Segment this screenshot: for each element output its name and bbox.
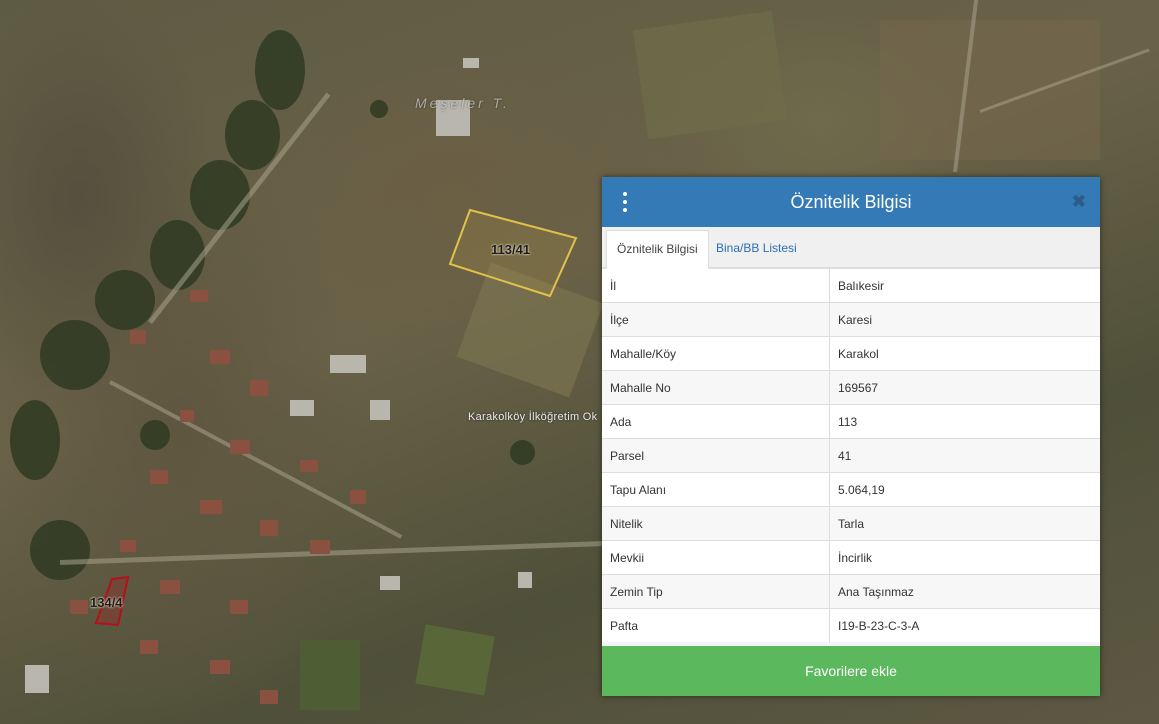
map-label-school: Karakolköy İlköğretim Ok	[468, 411, 598, 423]
parcel-label-113-41: 113/41	[491, 242, 531, 257]
attribute-key: Ada	[602, 404, 830, 439]
tree-cluster	[30, 520, 90, 580]
building	[380, 576, 400, 590]
attribute-value: Karakol	[829, 336, 1100, 371]
building	[310, 540, 330, 554]
table-row: Nitelik Tarla	[602, 506, 1100, 541]
table-row: Zemin Tip Ana Taşınmaz	[602, 574, 1100, 609]
tree-cluster	[190, 160, 250, 230]
building	[130, 330, 146, 344]
attribute-key: Tapu Alanı	[602, 472, 830, 507]
attribute-value: Ana Taşınmaz	[829, 574, 1100, 609]
building	[140, 640, 158, 654]
attribute-value: Tarla	[829, 506, 1100, 541]
table-row: Ada 113	[602, 404, 1100, 439]
tree-cluster	[95, 270, 155, 330]
tree-cluster	[225, 100, 280, 170]
attribute-key: İl	[602, 268, 830, 303]
table-row: Tapu Alanı 5.064,19	[602, 472, 1100, 507]
attribute-value: 113	[829, 404, 1100, 439]
attribute-value: Balıkesir	[829, 268, 1100, 303]
map-label-locality: Meşeler T.	[415, 95, 510, 111]
building	[120, 540, 136, 552]
attribute-key: İlçe	[602, 302, 830, 337]
field-patch	[415, 624, 495, 696]
panel-tabs: Öznitelik Bilgisi Bina/BB Listesi	[602, 227, 1100, 269]
building	[350, 490, 366, 504]
table-row: Mahalle No 169567	[602, 370, 1100, 405]
parcel-label-134-4: 134/4	[90, 595, 123, 610]
building	[250, 380, 268, 396]
field-patch	[300, 640, 360, 710]
building	[210, 660, 230, 674]
table-row: Mahalle/Köy Karakol	[602, 336, 1100, 371]
tab-attribute-info[interactable]: Öznitelik Bilgisi	[606, 230, 709, 269]
building	[260, 520, 278, 536]
building	[190, 290, 208, 302]
attribute-key: Parsel	[602, 438, 830, 473]
tree-cluster	[10, 400, 60, 480]
attribute-key: Nitelik	[602, 506, 830, 541]
tree-cluster	[150, 220, 205, 290]
add-to-favorites-button[interactable]: Favorilere ekle	[602, 646, 1100, 696]
table-row: İlçe Karesi	[602, 302, 1100, 337]
building	[150, 470, 168, 484]
building	[180, 410, 194, 422]
building	[200, 500, 222, 514]
tree-cluster	[255, 30, 305, 110]
building	[290, 400, 314, 416]
vertical-dots-icon[interactable]	[618, 192, 632, 212]
attribute-key: Pafta	[602, 608, 830, 642]
tree-cluster	[370, 100, 388, 118]
building	[230, 600, 248, 614]
attribute-key: Mahalle No	[602, 370, 830, 405]
attribute-panel: Öznitelik Bilgisi ✖ Öznitelik Bilgisi Bi…	[602, 177, 1100, 696]
attribute-value: 5.064,19	[829, 472, 1100, 507]
field-patch	[633, 10, 787, 140]
field-patch	[880, 20, 1100, 160]
building	[230, 440, 250, 454]
building	[25, 665, 49, 693]
panel-title: Öznitelik Bilgisi	[790, 191, 912, 212]
tree-cluster	[40, 320, 110, 390]
table-row: Parsel 41	[602, 438, 1100, 473]
building	[330, 355, 366, 373]
building	[260, 690, 278, 704]
attribute-value: İncirlik	[829, 540, 1100, 575]
building	[210, 350, 230, 364]
tab-building-list[interactable]: Bina/BB Listesi	[706, 230, 807, 267]
attribute-value: 169567	[829, 370, 1100, 405]
building	[518, 572, 532, 588]
attribute-value: Karesi	[829, 302, 1100, 337]
road	[109, 380, 403, 539]
attribute-table: İl Balıkesir İlçe Karesi Mahalle/Köy Karakol M…	[602, 268, 1100, 642]
table-row: Mevkii İncirlik	[602, 540, 1100, 575]
attribute-key: Zemin Tip	[602, 574, 830, 609]
table-row: Pafta I19-B-23-C-3-A	[602, 608, 1100, 642]
building	[463, 58, 479, 68]
table-row: İl Balıkesir	[602, 268, 1100, 303]
building	[160, 580, 180, 594]
close-icon[interactable]: ✖	[1072, 193, 1086, 210]
tree-cluster	[510, 440, 535, 465]
tree-cluster	[140, 420, 170, 450]
attribute-value: 41	[829, 438, 1100, 473]
attribute-key: Mevkii	[602, 540, 830, 575]
panel-header: Öznitelik Bilgisi ✖	[602, 177, 1100, 227]
attribute-key: Mahalle/Köy	[602, 336, 830, 371]
building	[300, 460, 318, 472]
building	[370, 400, 390, 420]
attribute-value: I19-B-23-C-3-A	[829, 608, 1100, 642]
road	[59, 540, 620, 565]
building	[70, 600, 88, 614]
